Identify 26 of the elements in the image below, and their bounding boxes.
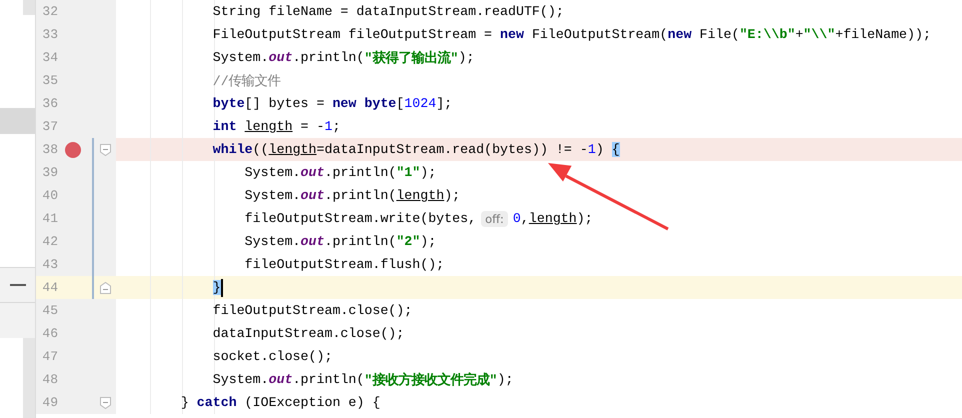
line-number: 41 bbox=[41, 211, 58, 226]
line-number: 46 bbox=[41, 326, 58, 341]
code-text: fileOutputStream.write(bytes, bbox=[244, 211, 476, 226]
minus-icon[interactable] bbox=[10, 284, 26, 286]
line-number: 49 bbox=[41, 395, 58, 410]
line-number: 40 bbox=[41, 188, 58, 203]
line-number: 36 bbox=[41, 96, 58, 111]
line-number: 38 bbox=[41, 142, 58, 157]
line-number: 33 bbox=[41, 27, 58, 42]
line-number: 44 bbox=[41, 280, 58, 295]
code-text: 0,length); bbox=[512, 211, 593, 226]
line-number: 42 bbox=[41, 234, 58, 249]
line-number: 47 bbox=[41, 349, 58, 364]
line-number: 45 bbox=[41, 303, 58, 318]
line-number: 48 bbox=[41, 372, 58, 387]
breakpoint-icon[interactable] bbox=[65, 142, 81, 158]
fold-icon[interactable] bbox=[100, 396, 110, 408]
line-number: 43 bbox=[41, 257, 58, 272]
line-number: 35 bbox=[41, 73, 58, 88]
fold-icon[interactable] bbox=[100, 144, 110, 156]
parameter-hint: off: bbox=[481, 210, 508, 226]
line-number: 32 bbox=[41, 4, 58, 19]
line-number: 37 bbox=[41, 119, 58, 134]
fold-icon[interactable] bbox=[100, 282, 110, 294]
line-number: 34 bbox=[41, 50, 58, 65]
line-number: 39 bbox=[41, 165, 58, 180]
